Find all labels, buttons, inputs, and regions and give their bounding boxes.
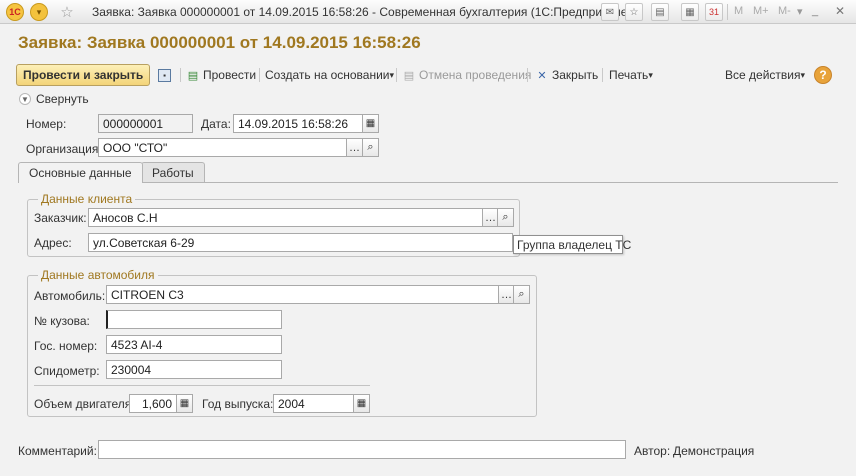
- year-calendar-icon[interactable]: ▦: [353, 394, 370, 413]
- main-menu-icon[interactable]: ▾: [30, 3, 48, 21]
- comment-field[interactable]: [98, 440, 626, 459]
- memory-m-button[interactable]: M: [734, 5, 743, 17]
- collapse-label: Свернуть: [36, 92, 89, 106]
- tab-main-data[interactable]: Основные данные: [18, 162, 143, 183]
- chevron-down-icon: ▼: [19, 93, 31, 105]
- number-field[interactable]: 000000001: [98, 114, 193, 133]
- cancel-posting-label: Отмена проведения: [419, 68, 532, 82]
- post-and-close-button[interactable]: Провести и закрыть: [16, 64, 151, 86]
- body-number-field[interactable]: [106, 310, 282, 329]
- window-titlebar: 1С ▾ ☆ Заявка: Заявка 000000001 от 14.09…: [0, 0, 856, 24]
- calendar-icon[interactable]: 31: [705, 3, 723, 21]
- engine-volume-field[interactable]: 1,600: [129, 394, 177, 413]
- plate-number-field[interactable]: 4523 AI-4: [106, 335, 282, 354]
- cancel-posting-button[interactable]: ▤ Отмена проведения: [402, 64, 532, 86]
- car-open-search-icon[interactable]: ⌕: [513, 285, 530, 304]
- form-title: Заявка: Заявка 000000001 от 14.09.2015 1…: [18, 33, 421, 52]
- author-label: Автор:: [634, 444, 671, 458]
- help-button[interactable]: ?: [814, 66, 832, 84]
- memory-mminus-button[interactable]: M-: [778, 5, 791, 17]
- engine-volume-calculator-icon[interactable]: ▦: [176, 394, 193, 413]
- save-button[interactable]: ▪: [158, 64, 174, 86]
- calculator-icon[interactable]: ▦: [681, 3, 699, 21]
- toolbar-separator: [180, 68, 181, 82]
- organization-label: Организация:: [26, 142, 102, 156]
- vehicle-group-title: Данные автомобиля: [38, 268, 158, 282]
- app-logo-icon[interactable]: 1С: [6, 3, 24, 21]
- date-field[interactable]: 14.09.2015 16:58:26: [233, 114, 363, 133]
- all-actions-button[interactable]: Все действия: [725, 64, 805, 86]
- titlebar-separator: [727, 4, 728, 20]
- favorite-star-icon[interactable]: ☆: [58, 3, 76, 21]
- customer-open-search-icon[interactable]: ⌕: [497, 208, 514, 227]
- author-value: Демонстрация: [673, 444, 755, 458]
- post-label: Провести: [203, 68, 257, 82]
- year-field[interactable]: 2004: [273, 394, 354, 413]
- number-label: Номер:: [26, 117, 67, 131]
- create-based-on-label: Создать на основании: [265, 68, 390, 82]
- history-icon[interactable]: ▤: [651, 3, 669, 21]
- post-button[interactable]: ▤ Провести: [186, 64, 256, 86]
- close-button[interactable]: ✕ Закрыть: [535, 64, 598, 86]
- print-label: Печать: [609, 68, 649, 82]
- comment-label: Комментарий:: [18, 444, 97, 458]
- print-button[interactable]: Печать: [609, 64, 653, 86]
- odometer-label: Спидометр:: [34, 364, 100, 378]
- close-window-icon[interactable]: ✕: [835, 4, 845, 18]
- car-field[interactable]: CITROEN C3: [106, 285, 500, 304]
- organization-open-search-icon[interactable]: ⌕: [362, 138, 379, 157]
- address-label: Адрес:: [34, 236, 72, 250]
- post-icon: ▤: [187, 69, 199, 82]
- close-label: Закрыть: [552, 68, 599, 82]
- cancel-posting-icon: ▤: [403, 69, 415, 82]
- toolbar-separator: [602, 68, 603, 82]
- toolbar-separator: [527, 68, 528, 82]
- organization-field[interactable]: ООО "СТО": [98, 138, 347, 157]
- create-based-on-button[interactable]: Создать на основании: [265, 64, 394, 86]
- memory-dropdown-icon[interactable]: ▾: [797, 5, 803, 18]
- owner-group-tooltip: Группа владелец ТС: [513, 235, 631, 254]
- engine-volume-label: Объем двигателя:: [34, 397, 135, 411]
- odometer-field[interactable]: 230004: [106, 360, 282, 379]
- link-icon[interactable]: ✉: [601, 3, 619, 21]
- customer-label: Заказчик:: [34, 211, 87, 225]
- client-group-title: Данные клиента: [38, 192, 136, 206]
- collapse-toggle[interactable]: ▼ Свернуть: [19, 92, 89, 106]
- close-icon: ✕: [537, 69, 547, 82]
- organization-select-button[interactable]: …: [346, 138, 363, 157]
- toolbar-separator: [396, 68, 397, 82]
- date-label: Дата:: [201, 117, 231, 131]
- date-calendar-icon[interactable]: ▦: [362, 114, 379, 133]
- car-label: Автомобиль:: [34, 289, 106, 303]
- window-title: Заявка: Заявка 000000001 от 14.09.2015 1…: [92, 5, 632, 19]
- save-icon: ▪: [158, 68, 171, 82]
- toolbar-separator: [259, 68, 260, 82]
- tab-works[interactable]: Работы: [141, 162, 205, 182]
- plate-number-label: Гос. номер:: [34, 339, 98, 353]
- bookmark-icon[interactable]: ☆: [625, 3, 643, 21]
- address-field[interactable]: ул.Советская 6-29: [88, 233, 513, 252]
- form-content: Заявка: Заявка 000000001 от 14.09.2015 1…: [0, 24, 856, 476]
- all-actions-label: Все действия: [725, 68, 801, 82]
- year-label: Год выпуска:: [202, 397, 274, 411]
- minimize-icon[interactable]: _: [812, 5, 818, 17]
- vehicle-group-divider: [34, 385, 370, 386]
- memory-mplus-button[interactable]: M+: [753, 5, 769, 17]
- body-number-label: № кузова:: [34, 314, 90, 328]
- customer-field[interactable]: Аносов С.Н: [88, 208, 484, 227]
